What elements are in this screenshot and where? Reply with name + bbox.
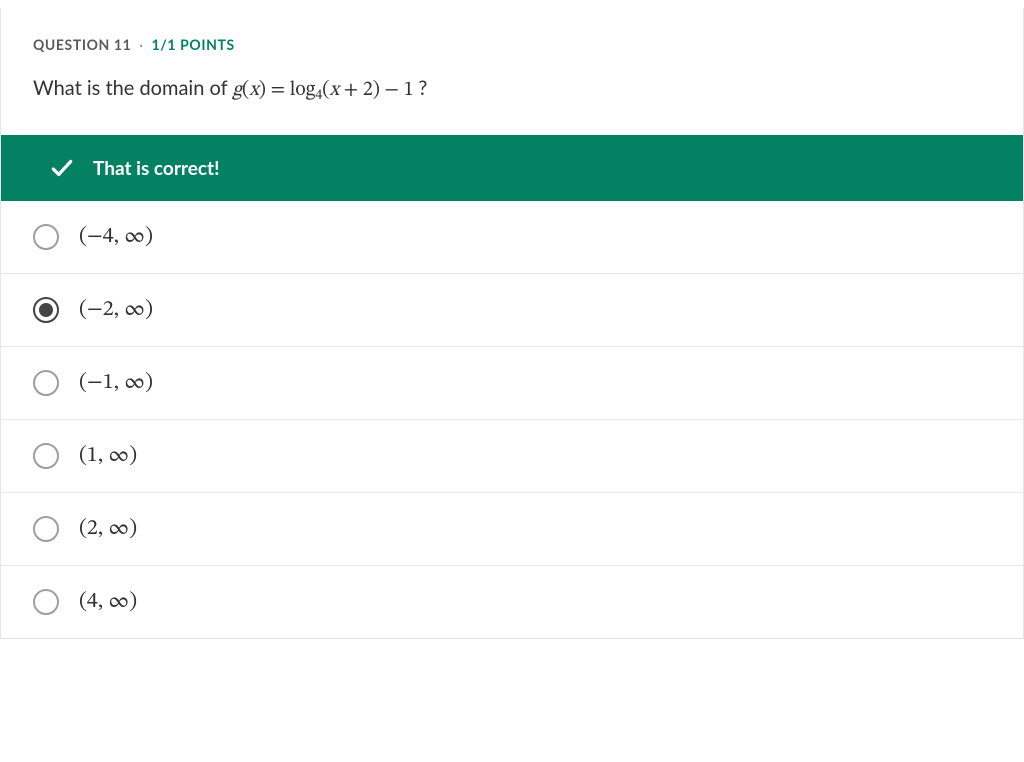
option-label: (−4, ∞)	[79, 223, 153, 251]
radio-button[interactable]	[33, 224, 59, 250]
option-label: (−1, ∞)	[79, 369, 153, 397]
radio-button[interactable]	[33, 297, 59, 323]
separator-dot: ·	[139, 36, 143, 53]
option-label: (2, ∞)	[79, 515, 137, 543]
option-row[interactable]: (−1, ∞)	[1, 347, 1023, 420]
checkmark-icon	[49, 155, 75, 181]
option-row[interactable]: (2, ∞)	[1, 493, 1023, 566]
question-card: QUESTION 11 · 1/1 POINTS What is the dom…	[0, 8, 1024, 639]
prompt-suffix: ?	[418, 76, 427, 100]
points-label: 1/1 POINTS	[152, 36, 235, 53]
radio-button[interactable]	[33, 589, 59, 615]
prompt-math: g(x) = log4(x + 2) − 1	[232, 80, 418, 100]
question-prompt: What is the domain of g(x) = log4(x + 2)…	[33, 73, 991, 107]
option-row[interactable]: (−4, ∞)	[1, 201, 1023, 274]
radio-button[interactable]	[33, 443, 59, 469]
option-label: (−2, ∞)	[79, 296, 153, 324]
option-row[interactable]: (−2, ∞)	[1, 274, 1023, 347]
prompt-prefix: What is the domain of	[33, 76, 232, 100]
correct-banner: That is correct!	[1, 135, 1023, 201]
question-label-row: QUESTION 11 · 1/1 POINTS	[33, 36, 991, 53]
option-row[interactable]: (4, ∞)	[1, 566, 1023, 638]
options-list: (−4, ∞) (−2, ∞) (−1, ∞) (1, ∞) (2, ∞) (4, ∞)	[1, 201, 1023, 638]
question-header: QUESTION 11 · 1/1 POINTS What is the dom…	[1, 8, 1023, 125]
question-number: QUESTION 11	[33, 36, 131, 53]
radio-button[interactable]	[33, 516, 59, 542]
option-row[interactable]: (1, ∞)	[1, 420, 1023, 493]
radio-button[interactable]	[33, 370, 59, 396]
option-label: (4, ∞)	[79, 588, 137, 616]
option-label: (1, ∞)	[79, 442, 137, 470]
correct-banner-text: That is correct!	[93, 157, 219, 180]
